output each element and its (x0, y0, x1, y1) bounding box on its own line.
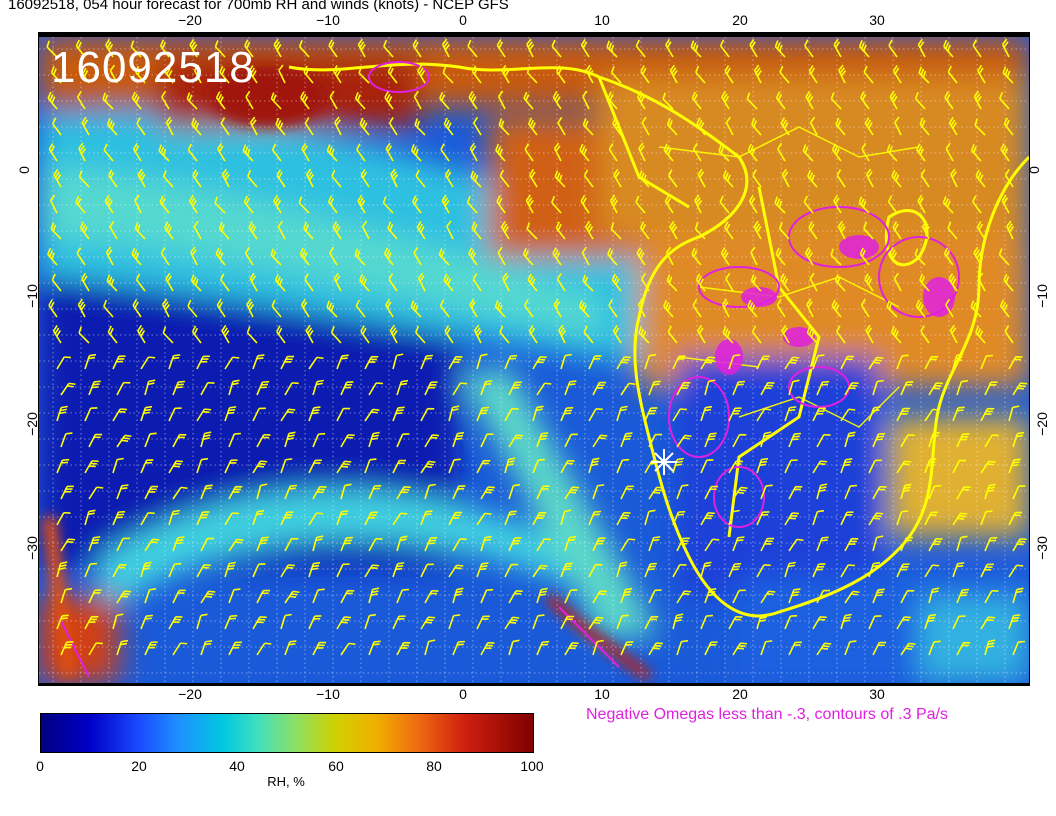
lon-tick-bottom: 0 (459, 686, 467, 702)
rh-colorbar (40, 713, 534, 753)
forecast-stamp: 16092518 (51, 43, 255, 92)
colorbar-label: 80 (426, 758, 442, 774)
colorbar-label: 20 (131, 758, 147, 774)
colorbar-label: 40 (229, 758, 245, 774)
colorbar-label: 0 (36, 758, 44, 774)
lat-tick-right: −20 (1033, 412, 1050, 436)
lon-tick-bottom: −10 (316, 686, 340, 702)
lat-tick-right: −30 (1033, 536, 1050, 560)
colorbar-label: 60 (328, 758, 344, 774)
colorbar-label: 100 (520, 758, 544, 774)
lon-tick-top: 10 (594, 12, 610, 28)
map-title: 16092518, 054 hour forecast for 700mb RH… (8, 0, 509, 13)
lon-tick-top: −20 (178, 12, 202, 28)
rh-field (39, 37, 1029, 683)
lat-tick-left: 0 (15, 166, 32, 174)
omega-note: Negative Omegas less than -.3, contours … (586, 706, 948, 723)
lon-tick-bottom: 30 (869, 686, 885, 702)
lon-tick-top: 0 (459, 12, 467, 28)
forecast-map: 16092518 (38, 36, 1030, 684)
lon-tick-top: 30 (869, 12, 885, 28)
lat-tick-right: −10 (1033, 284, 1050, 308)
lon-tick-bottom: 10 (594, 686, 610, 702)
lon-tick-top: 20 (732, 12, 748, 28)
colorbar-title: RH, % (267, 774, 305, 789)
lon-tick-bottom: −20 (178, 686, 202, 702)
lon-tick-top: −10 (316, 12, 340, 28)
lon-tick-bottom: 20 (732, 686, 748, 702)
